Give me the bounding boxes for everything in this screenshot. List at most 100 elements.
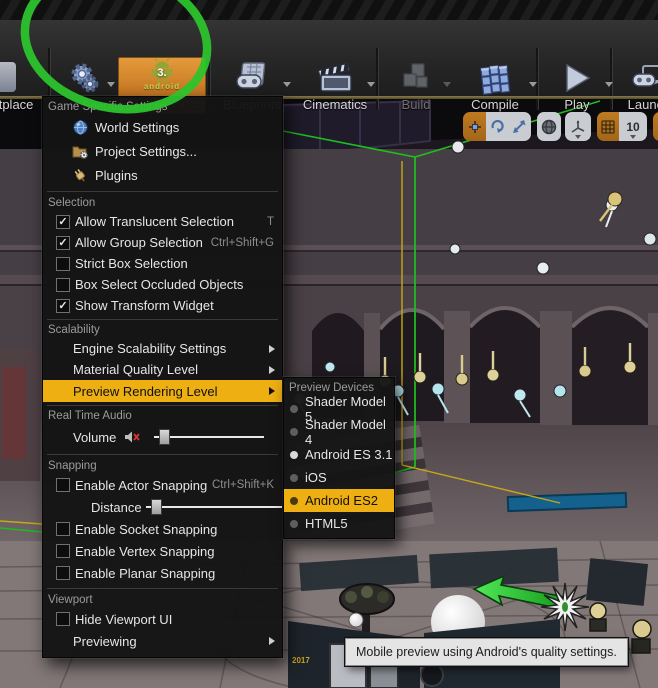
- menu-item-plugins[interactable]: Plugins: [43, 163, 282, 187]
- checkbox-unchecked[interactable]: [56, 566, 70, 580]
- wall-banner: [2, 367, 26, 459]
- menu-item-enable-vertex-snapping[interactable]: Enable Vertex Snapping: [43, 540, 282, 562]
- menu-item-label: Box Select Occluded Objects: [75, 277, 243, 292]
- chevron-down-icon: [283, 82, 291, 87]
- grid-snap-button[interactable]: [597, 112, 619, 141]
- menu-item-preview-rendering-level[interactable]: Preview Rendering Level: [43, 380, 282, 402]
- menu-item-hide-viewport-ui[interactable]: Hide Viewport UI: [43, 608, 282, 630]
- transform-gizmo-button[interactable]: [565, 112, 591, 141]
- menu-item-show-transform-widget[interactable]: Show Transform Widget: [43, 295, 282, 316]
- menu-item-enable-socket-snapping[interactable]: Enable Socket Snapping: [43, 518, 282, 540]
- submenu-arrow-icon: [269, 366, 275, 374]
- gear-icon: [66, 59, 102, 97]
- tooltip: Mobile preview using Android's quality s…: [345, 638, 628, 666]
- submenu-arrow-icon: [269, 387, 275, 395]
- submenu-item-shader-model-4[interactable]: Shader Model 4: [284, 420, 394, 443]
- unreal-editor-window: 2017 1993: [0, 0, 658, 688]
- blue-sign: [508, 493, 626, 511]
- checkbox-unchecked[interactable]: [56, 257, 70, 271]
- play-icon: [562, 59, 592, 97]
- tooltip-text: Mobile preview using Android's quality s…: [356, 645, 617, 659]
- grid-size-value: 10: [626, 120, 639, 134]
- build-button[interactable]: Build: [380, 56, 452, 114]
- move-tool-button[interactable]: [463, 112, 486, 141]
- cinematics-label: Cinematics: [303, 97, 367, 112]
- chevron-down-icon: [575, 135, 581, 139]
- menu-item-enable-planar-snapping[interactable]: Enable Planar Snapping: [43, 562, 282, 584]
- checkbox-checked[interactable]: [56, 299, 70, 313]
- plug-icon: [71, 167, 89, 183]
- blueprints-icon: [233, 59, 271, 97]
- menu-item-label: Distance: [91, 500, 142, 515]
- android-robot-icon: 3. android: [147, 58, 177, 96]
- launch-button[interactable]: Launch: [614, 56, 658, 114]
- submenu-arrow-icon: [269, 345, 275, 353]
- menu-item-box-select-occluded-objects[interactable]: Box Select Occluded Objects: [43, 274, 282, 295]
- menu-item-material-quality-level[interactable]: Material Quality Level: [43, 359, 282, 380]
- checkbox-unchecked[interactable]: [56, 478, 70, 492]
- menu-item-allow-translucent-selection[interactable]: Allow Translucent Selection T: [43, 211, 282, 232]
- clapperboard-icon: [315, 59, 355, 97]
- menu-item-label: Enable Planar Snapping: [75, 566, 215, 581]
- play-button[interactable]: Play: [540, 56, 614, 114]
- menu-item-world-settings[interactable]: World Settings: [43, 115, 282, 139]
- world-coordinate-button[interactable]: [537, 112, 561, 141]
- submenu-item-android-es2[interactable]: Android ES2: [284, 489, 394, 512]
- submenu-arrow-icon: [269, 637, 275, 645]
- compile-button[interactable]: Compile: [452, 56, 538, 114]
- shortcut-label: Ctrl+Shift+K: [212, 479, 282, 491]
- submenu-item-android-es-31[interactable]: Android ES 3.1: [284, 443, 394, 466]
- menu-separator: [43, 402, 282, 408]
- grid-size-button[interactable]: 10: [619, 112, 647, 141]
- rotation-snap-button[interactable]: [653, 112, 658, 141]
- checkbox-unchecked[interactable]: [56, 544, 70, 558]
- menu-item-label: Previewing: [73, 634, 137, 649]
- menu-item-label: Preview Rendering Level: [73, 384, 218, 399]
- menu-separator: [43, 316, 282, 322]
- menu-item-strict-box-selection[interactable]: Strict Box Selection: [43, 253, 282, 274]
- menu-section-header: Real Time Audio: [43, 408, 282, 424]
- preview-devices-submenu: Preview Devices Shader Model 5 Shader Mo…: [283, 377, 395, 539]
- menu-item-enable-actor-snapping[interactable]: Enable Actor Snapping Ctrl+Shift+K: [43, 474, 282, 496]
- menu-item-project-settings[interactable]: Project Settings...: [43, 139, 282, 163]
- toolbar-separator: [376, 48, 379, 110]
- distance-slider[interactable]: [146, 499, 282, 515]
- checkbox-unchecked[interactable]: [56, 278, 70, 292]
- submenu-item-html5[interactable]: HTML5: [284, 512, 394, 535]
- kiosk-year-left: 2017: [292, 656, 310, 665]
- menu-item-previewing[interactable]: Previewing: [43, 630, 282, 652]
- rotate-tool-button[interactable]: [486, 112, 508, 141]
- build-blocks-icon: [400, 59, 432, 97]
- checkbox-checked[interactable]: [56, 215, 70, 229]
- submenu-item-ios[interactable]: iOS: [284, 466, 394, 489]
- menu-item-label: Show Transform Widget: [75, 298, 214, 313]
- slider-handle[interactable]: [151, 499, 162, 515]
- compile-label: Compile: [471, 97, 519, 112]
- submenu-item-label: HTML5: [305, 516, 348, 531]
- scale-tool-button[interactable]: [508, 112, 531, 141]
- menu-separator: [43, 187, 282, 195]
- tab-strip: [0, 0, 658, 21]
- slider-handle[interactable]: [159, 429, 170, 445]
- cinematics-button[interactable]: Cinematics: [294, 56, 376, 114]
- settings-menu: Game Specific Settings World Settings Pr…: [42, 96, 283, 658]
- menu-item-label: Volume: [73, 430, 116, 445]
- move-icon: [467, 119, 483, 135]
- volume-slider[interactable]: [154, 429, 264, 445]
- checkbox-checked[interactable]: [56, 236, 70, 250]
- grid-icon: [601, 120, 615, 134]
- submenu-item-label: Android ES2: [305, 493, 378, 508]
- menu-item-label: Allow Group Selection: [75, 235, 203, 250]
- checkbox-unchecked[interactable]: [56, 522, 70, 536]
- menu-item-label: Hide Viewport UI: [75, 612, 172, 627]
- chevron-down-icon: [529, 82, 537, 87]
- shortcut-label: T: [267, 216, 282, 228]
- globe-icon: [71, 119, 89, 135]
- menu-item-engine-scalability-settings[interactable]: Engine Scalability Settings: [43, 338, 282, 359]
- marketplace-label: Marketplace: [0, 97, 33, 112]
- slate-board: [586, 558, 648, 606]
- checkbox-unchecked[interactable]: [56, 612, 70, 626]
- play-label: Play: [564, 97, 589, 112]
- menu-item-allow-group-selection[interactable]: Allow Group Selection Ctrl+Shift+G: [43, 232, 282, 253]
- radio-unselected: [290, 520, 298, 528]
